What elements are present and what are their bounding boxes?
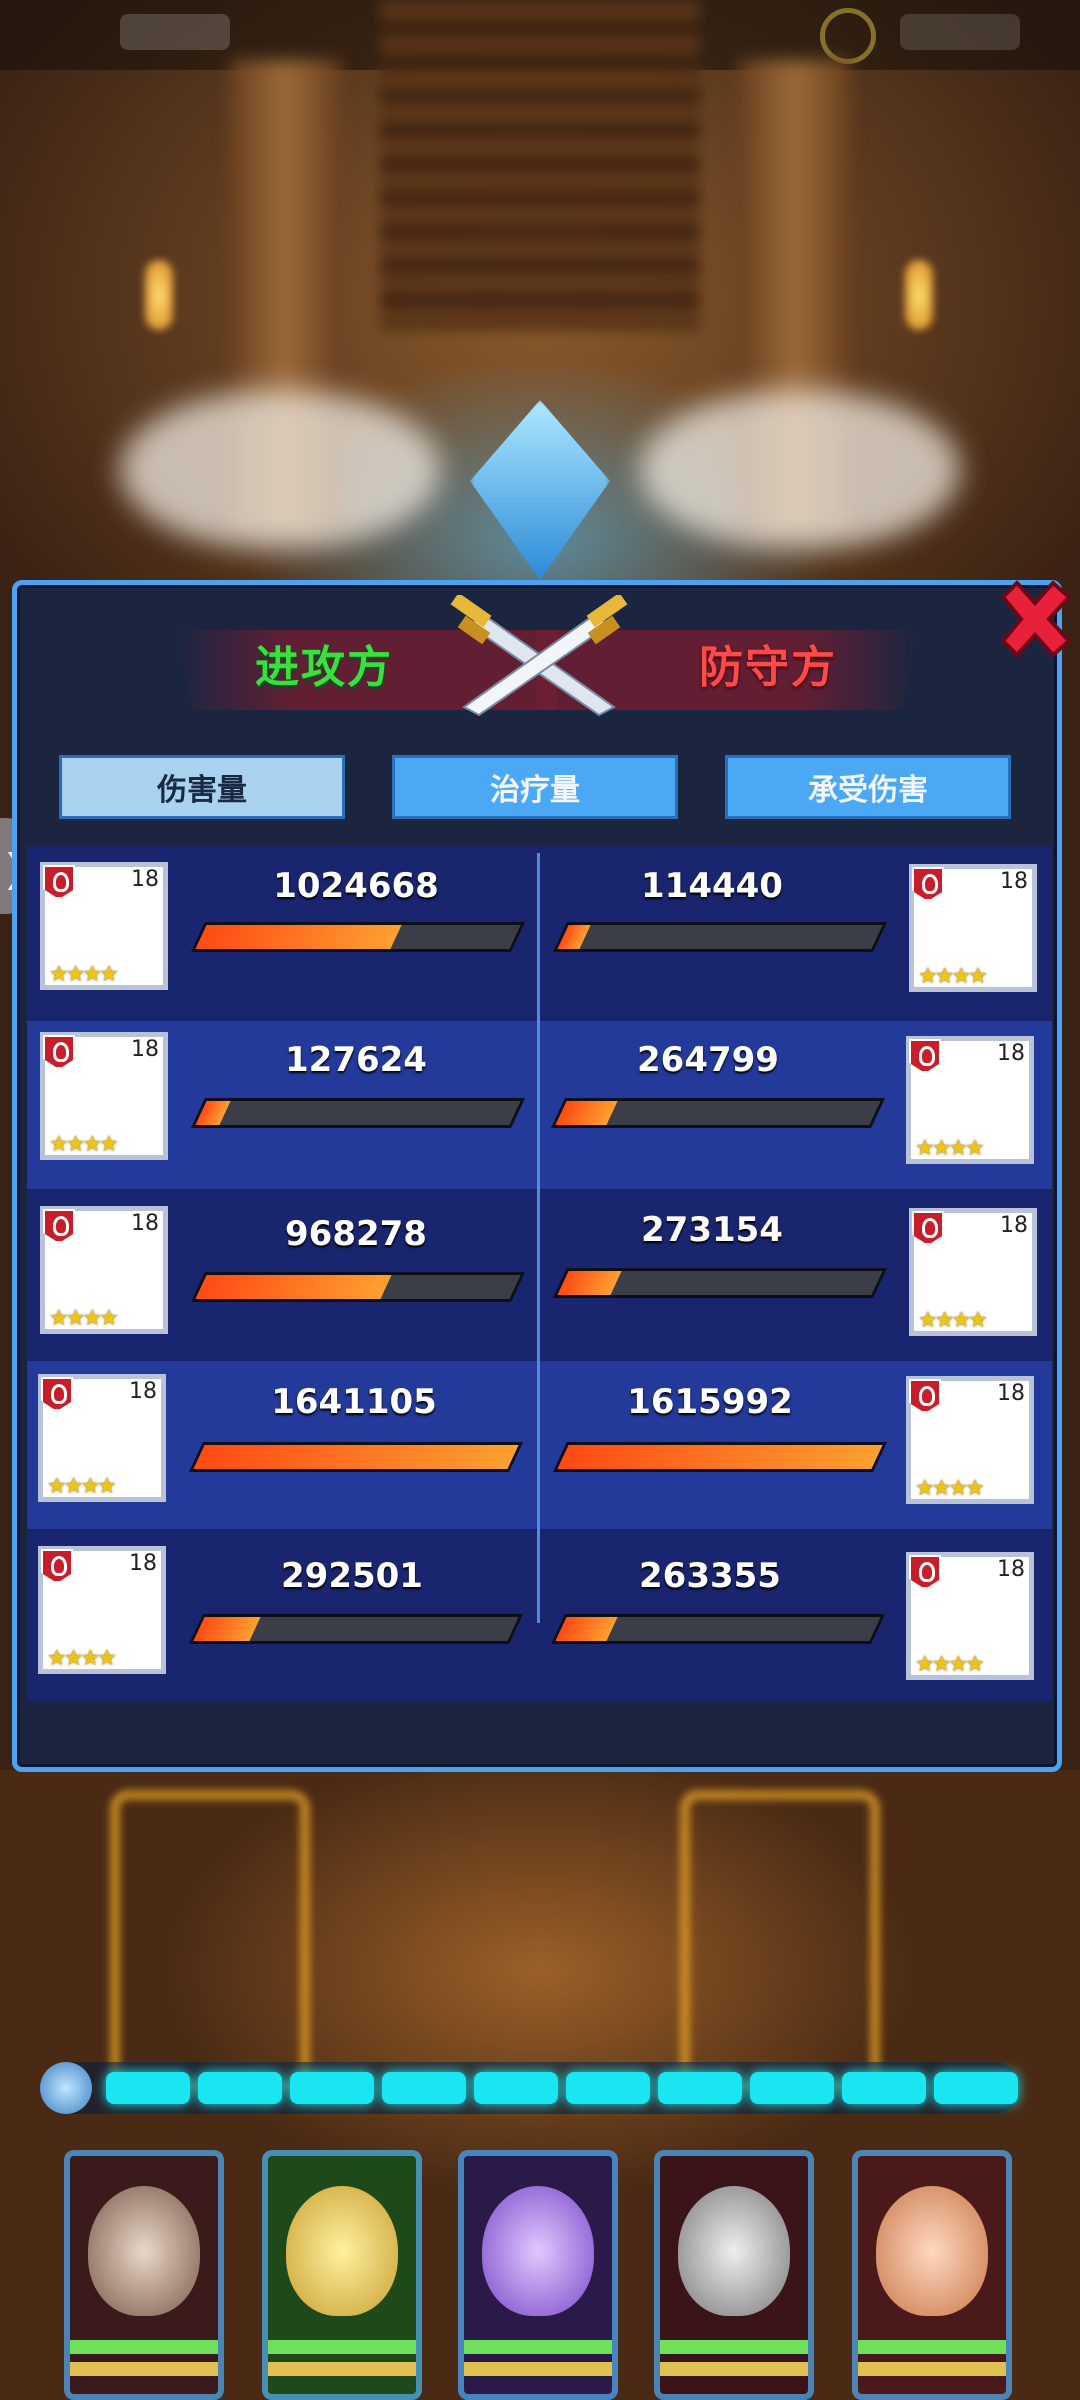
hero-face: [678, 2186, 790, 2316]
wing-decoration: [120, 390, 440, 550]
hero-hp-bar: [268, 2340, 416, 2354]
energy-segment: [842, 2072, 926, 2104]
gate-decoration: [110, 1790, 310, 2090]
hero-portrait[interactable]: [64, 2150, 224, 2400]
energy-segment: [198, 2072, 282, 2104]
hud-right-blurred: [900, 14, 1020, 50]
energy-orb-icon: [40, 2062, 92, 2114]
crystal-emblem: [470, 400, 610, 580]
tab-damage[interactable]: 伤害量: [59, 755, 345, 819]
hero-portrait[interactable]: [458, 2150, 618, 2400]
torch-icon: [145, 260, 173, 330]
torch-icon: [905, 260, 933, 330]
hero-face: [286, 2186, 398, 2316]
wing-decoration: [640, 390, 960, 550]
hero-face: [88, 2186, 200, 2316]
close-icon[interactable]: [985, 569, 1080, 669]
energy-segment: [474, 2072, 558, 2104]
energy-segment: [382, 2072, 466, 2104]
energy-segment: [566, 2072, 650, 2104]
gate-decoration: [680, 1790, 880, 2090]
panel-header: 进攻方 防守方: [17, 585, 1057, 735]
energy-bar: [40, 2062, 1020, 2114]
defender-title: 防守方: [699, 642, 837, 693]
battle-stats-panel: 进攻方 防守方 伤害量 治疗量 承受伤害: [12, 580, 1072, 1772]
hud-coin-icon: [820, 8, 876, 64]
hero-energy-bar: [858, 2362, 1006, 2376]
hero-hp-bar: [464, 2340, 612, 2354]
hero-portrait[interactable]: [262, 2150, 422, 2400]
hero-energy-bar: [660, 2362, 808, 2376]
hero-hp-bar: [858, 2340, 1006, 2354]
crossed-swords-icon: [450, 595, 628, 717]
hero-portrait[interactable]: [852, 2150, 1012, 2400]
hero-hp-bar: [660, 2340, 808, 2354]
hero-face: [482, 2186, 594, 2316]
column-divider: [537, 853, 540, 1623]
hero-energy-bar: [268, 2362, 416, 2376]
background-stairs: [380, 0, 700, 330]
hero-portrait[interactable]: [654, 2150, 814, 2400]
hero-energy-bar: [464, 2362, 612, 2376]
tab-healing[interactable]: 治疗量: [392, 755, 678, 819]
energy-segment: [658, 2072, 742, 2104]
energy-segment: [106, 2072, 190, 2104]
attacker-title: 进攻方: [255, 642, 393, 693]
energy-segment: [934, 2072, 1018, 2104]
hero-face: [876, 2186, 988, 2316]
hud-left-blurred: [120, 14, 230, 50]
energy-segment: [750, 2072, 834, 2104]
energy-segment: [290, 2072, 374, 2104]
hero-energy-bar: [70, 2362, 218, 2376]
hero-hp-bar: [70, 2340, 218, 2354]
tab-damage-taken[interactable]: 承受伤害: [725, 755, 1011, 819]
